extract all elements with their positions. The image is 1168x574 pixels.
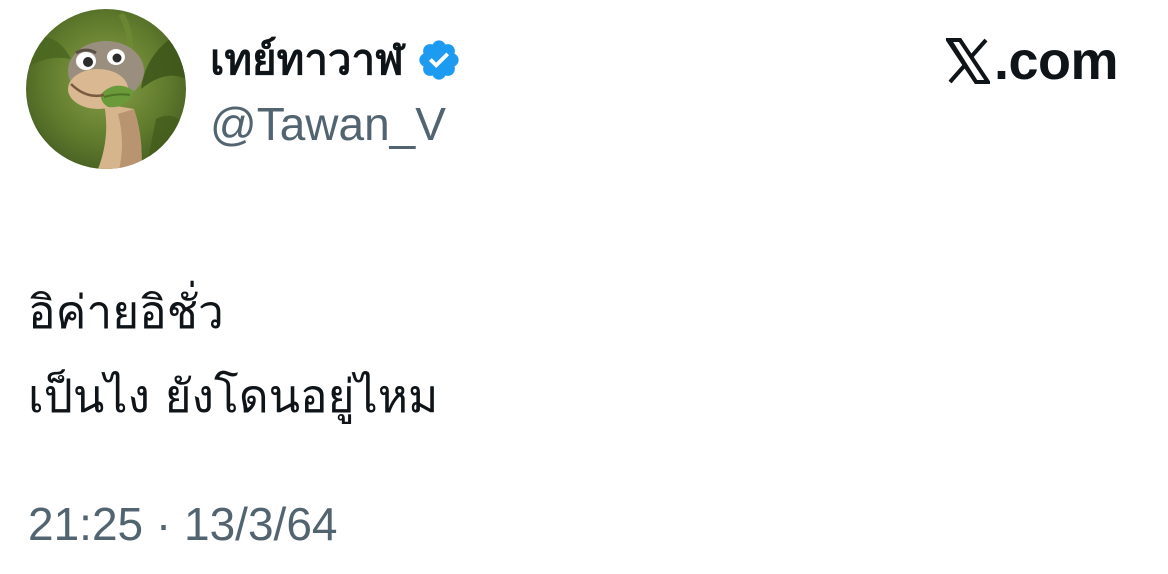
tweet-card: เทย์ทาวาฬ @Tawan_V .com อิค่ายอิชั่ว เป็…	[0, 0, 1168, 574]
x-logo-icon	[944, 38, 992, 84]
avatar[interactable]	[26, 9, 186, 169]
author-name-row: เทย์ทาวาฬ	[210, 30, 462, 90]
timestamp[interactable]: 21:25 · 13/3/64	[28, 496, 338, 552]
tweet-date: 13/3/64	[184, 498, 338, 550]
tweet-line: เป็นไง ยังโดนอยู่ไหม	[28, 369, 439, 423]
verified-badge-icon	[416, 37, 462, 83]
tweet-text: อิค่ายอิชั่ว เป็นไง ยังโดนอยู่ไหม	[28, 270, 1128, 438]
cartoon-dinosaur-avatar	[26, 9, 186, 169]
site-logo[interactable]: .com	[944, 30, 1119, 92]
site-domain: .com	[993, 31, 1119, 91]
author-handle[interactable]: @Tawan_V	[210, 96, 446, 152]
tweet-time: 21:25	[28, 498, 144, 550]
tweet-line: อิค่ายอิชั่ว	[28, 285, 224, 339]
timestamp-separator: ·	[143, 498, 185, 550]
display-name[interactable]: เทย์ทาวาฬ	[210, 30, 404, 90]
